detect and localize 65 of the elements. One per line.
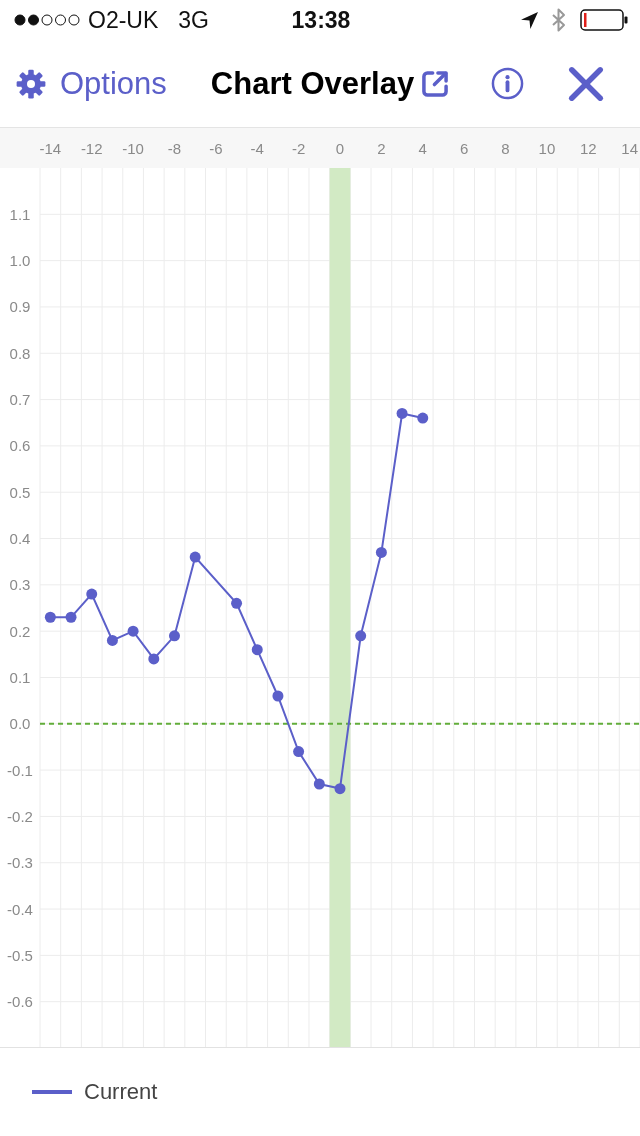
data-point (231, 597, 243, 609)
data-point (86, 588, 98, 600)
data-point (251, 644, 263, 656)
data-point (189, 551, 201, 563)
y-axis-label: 0.7 (9, 391, 31, 409)
data-point (44, 611, 56, 623)
y-axis-label: 0.5 (9, 483, 31, 501)
y-axis-label: 0.2 (9, 622, 31, 640)
y-axis-label: 0.3 (9, 576, 31, 594)
x-axis-label: -6 (209, 139, 223, 157)
y-axis-label: 0.0 (9, 715, 31, 733)
external-link-icon (421, 69, 450, 98)
data-point (334, 783, 346, 795)
x-axis-label: -8 (167, 139, 182, 157)
y-axis-label: -0.5 (7, 946, 33, 964)
y-axis-label: -0.2 (7, 807, 33, 825)
data-point (355, 630, 367, 642)
data-point (148, 653, 160, 665)
y-axis-label: 0.1 (9, 668, 31, 686)
y-axis-label: 0.4 (9, 530, 31, 548)
y-axis-label: -0.4 (7, 900, 33, 918)
x-axis-label: 2 (377, 139, 386, 157)
x-axis-label: 14 (621, 139, 638, 157)
battery-icon (580, 9, 628, 31)
data-point (417, 412, 429, 424)
data-point (293, 746, 305, 758)
data-point (313, 778, 325, 790)
bluetooth-icon (552, 8, 566, 32)
x-axis-label: -2 (291, 139, 306, 157)
data-point (127, 625, 139, 637)
info-icon (491, 67, 525, 100)
network-type: 3G (178, 6, 209, 34)
y-axis-label: -0.6 (7, 993, 33, 1011)
location-arrow-icon (521, 11, 538, 29)
y-axis-label: 0.8 (9, 344, 31, 362)
x-axis-label: -10 (122, 139, 144, 157)
options-button[interactable]: Options (16, 65, 167, 102)
y-axis-label: -0.1 (7, 761, 33, 779)
y-axis-label: -0.3 (7, 854, 33, 872)
clock-time: 13:38 (291, 6, 351, 34)
data-point (375, 546, 387, 558)
x-axis-label: -14 (39, 139, 62, 157)
x-axis-label: -4 (250, 139, 264, 157)
y-axis-label: 0.6 (9, 437, 31, 455)
data-point (106, 634, 118, 646)
x-axis-label: 0 (335, 139, 345, 157)
x-axis-label: 12 (579, 139, 597, 157)
data-point (169, 630, 180, 642)
legend-label: Current (84, 1078, 158, 1105)
signal-dots-icon (14, 14, 82, 26)
carrier-name: O2-UK (88, 6, 159, 34)
data-point (65, 611, 77, 623)
data-point (272, 690, 284, 702)
x-axis-label: 4 (418, 139, 427, 157)
chart-title: Chart Overlay (210, 65, 415, 102)
gear-icon (16, 68, 46, 99)
x-axis-label: 6 (459, 139, 469, 157)
y-axis-label: 0.9 (9, 298, 31, 316)
x-axis-label: -12 (80, 139, 103, 157)
x-axis-label: 8 (501, 139, 510, 157)
x-axis-label: 10 (538, 139, 556, 157)
close-icon (568, 65, 605, 102)
data-point (396, 407, 408, 419)
y-axis-label: 1.0 (9, 252, 31, 270)
y-axis-label: 1.1 (9, 205, 31, 223)
